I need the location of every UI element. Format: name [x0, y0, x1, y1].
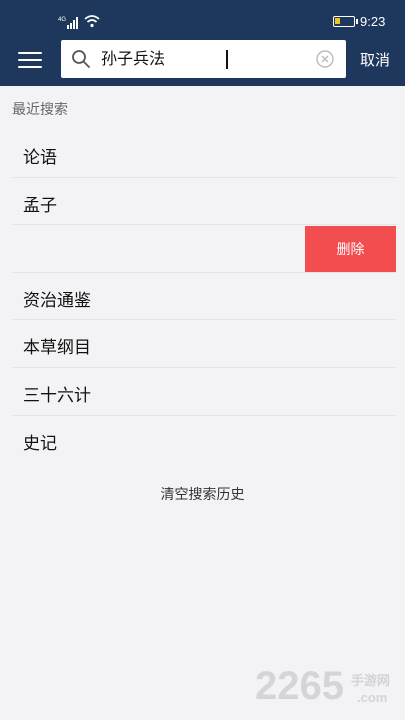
list-item[interactable]: 三十六计 — [12, 368, 396, 416]
wifi-icon — [84, 15, 100, 28]
list-item-label: 本草纲目 — [23, 338, 91, 359]
list-item-swiped[interactable]: 删除 — [12, 225, 396, 273]
watermark-site-cn: 手游网 — [351, 674, 391, 689]
list-item[interactable]: 孟子 — [12, 178, 396, 226]
cancel-button[interactable]: 取消 — [360, 49, 390, 70]
recent-search-list: 论语 孟子 删除 资治通鉴 本草纲目 三十六计 史记 — [12, 130, 396, 463]
status-bar: 4G 9:23 — [0, 0, 405, 38]
clear-input-icon[interactable] — [316, 50, 334, 68]
text-cursor — [226, 50, 228, 69]
list-item-label: 资治通鉴 — [23, 290, 91, 311]
list-item-label: 史记 — [23, 433, 57, 454]
battery-icon — [333, 16, 358, 27]
delete-button[interactable]: 删除 — [305, 226, 396, 273]
cellular-signal-icon: 4G — [58, 17, 78, 29]
app-header: 4G 9:23 取消 — [0, 0, 405, 86]
menu-icon[interactable] — [18, 51, 42, 69]
clear-history-button[interactable]: 清空搜索历史 — [0, 484, 405, 504]
list-item[interactable]: 史记 — [12, 416, 396, 464]
network-type-label: 4G — [58, 17, 66, 23]
watermark-logo: 2265 手游网 .com — [255, 664, 403, 712]
search-box[interactable] — [61, 40, 346, 78]
list-item-label: 孟子 — [23, 195, 57, 216]
watermark-number: 2265 — [255, 664, 344, 708]
list-item-label: 三十六计 — [23, 385, 91, 406]
list-item-label: 论语 — [23, 148, 57, 168]
list-item[interactable]: 资治通鉴 — [12, 273, 396, 321]
search-icon — [72, 50, 90, 68]
search-input[interactable] — [101, 40, 309, 78]
watermark-domain: .com — [357, 690, 388, 705]
status-time: 9:23 — [360, 14, 386, 29]
list-item[interactable]: 本草纲目 — [12, 320, 396, 368]
list-item[interactable]: 论语 — [12, 130, 396, 178]
recent-search-title: 最近搜索 — [12, 102, 68, 118]
